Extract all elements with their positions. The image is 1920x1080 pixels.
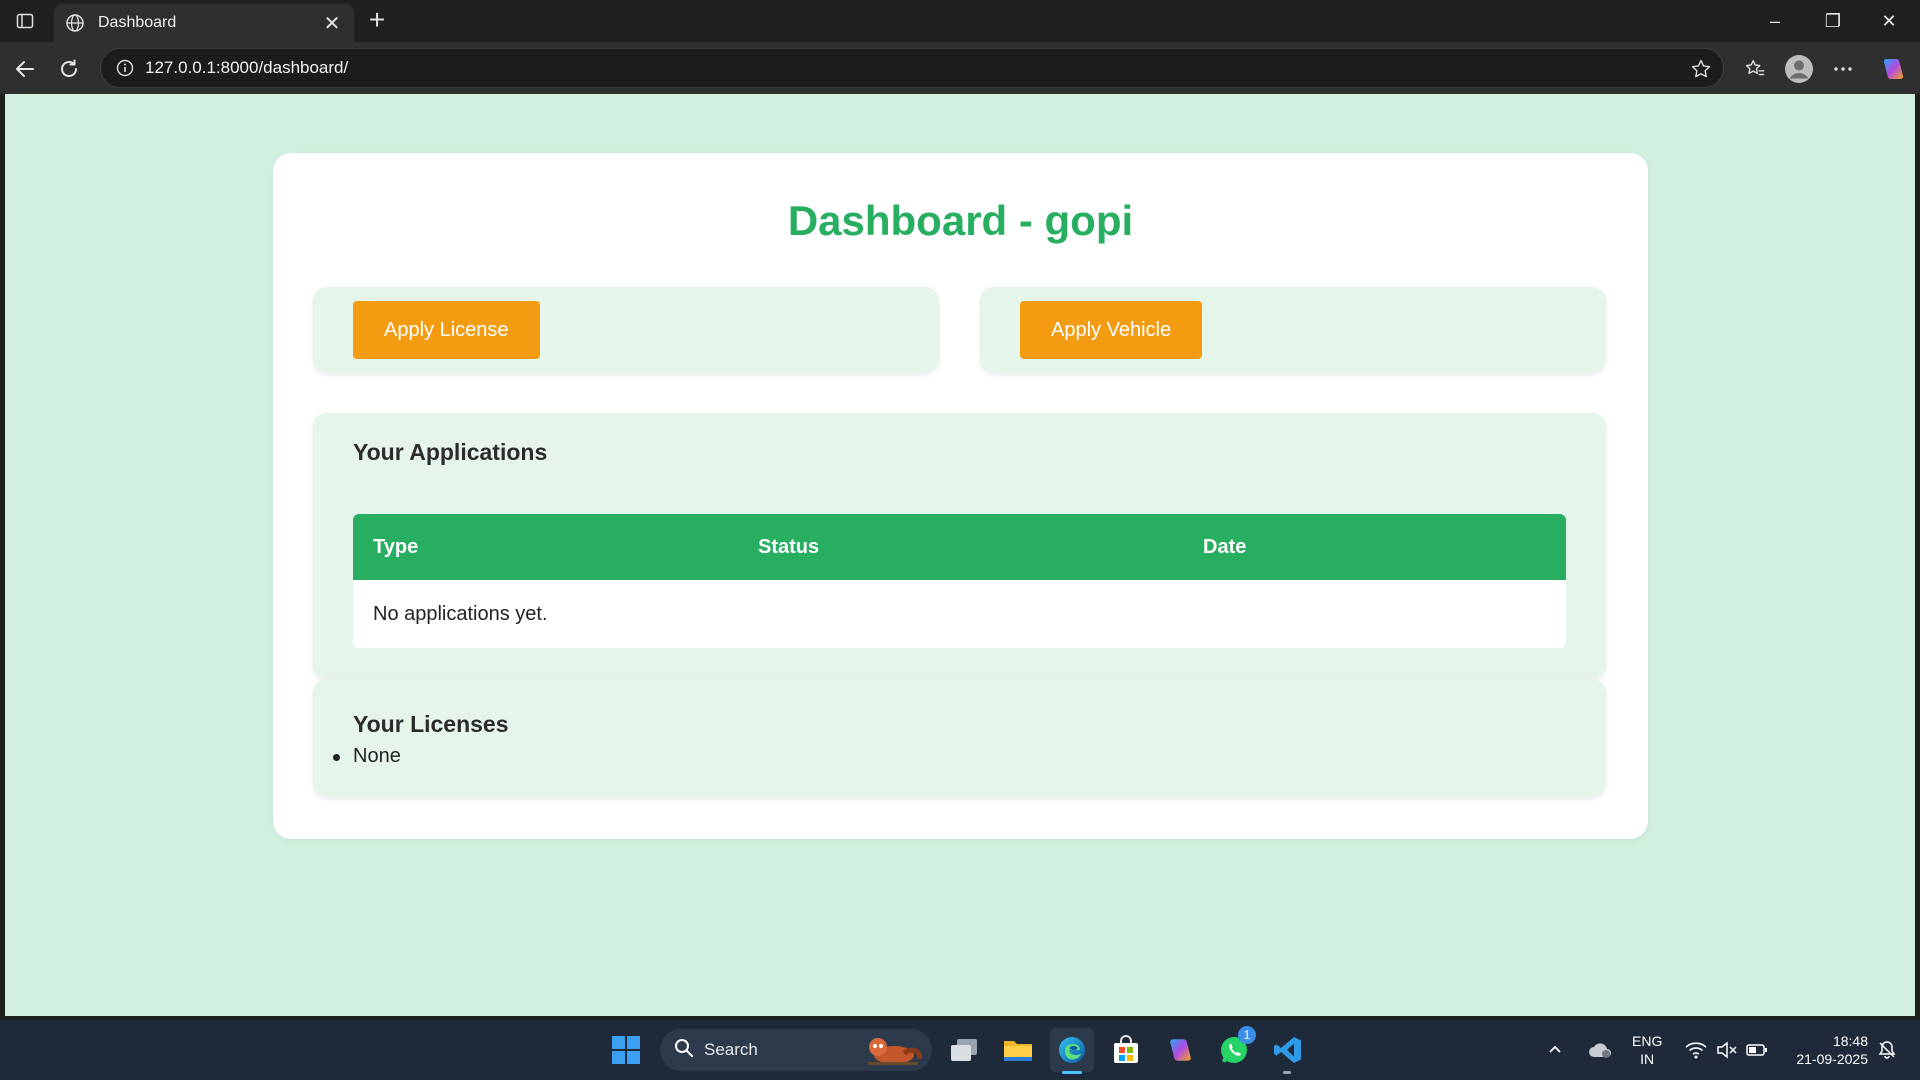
licenses-panel: Your Licenses None [313,679,1606,797]
notifications-bell-icon[interactable] [1872,1028,1902,1072]
reload-icon[interactable] [52,52,86,86]
page-viewport: Dashboard - gopi Apply License Apply Veh… [5,94,1915,1016]
apply-vehicle-panel: Apply Vehicle [980,287,1606,373]
search-label: Search [704,1040,758,1059]
windows-start-icon[interactable] [604,1028,648,1072]
applications-panel: Your Applications Type Status Date No ap… [313,413,1606,679]
system-clock[interactable]: 18:48 21-09-2025 [1780,1032,1868,1068]
restore-icon[interactable]: ❐ [1810,6,1856,36]
volume-muted-icon[interactable] [1712,1028,1742,1072]
file-explorer-icon[interactable] [996,1028,1040,1072]
edge-browser-icon[interactable] [1050,1028,1094,1074]
browser-tab-active[interactable]: Dashboard ✕ [54,4,354,42]
profile-avatar-icon[interactable] [1782,52,1816,86]
vscode-icon[interactable] [1266,1028,1310,1074]
taskbar-search-box[interactable]: Search [660,1029,932,1071]
url-text: 127.0.0.1:8000/dashboard/ [145,58,349,77]
favorite-star-icon[interactable] [1689,57,1713,81]
whatsapp-icon[interactable]: 1 [1212,1026,1256,1072]
running-app-indicator [1283,1071,1291,1074]
table-header-row: Type Status Date [353,514,1566,580]
applications-table: Type Status Date No applications yet. [353,514,1566,648]
windows-taskbar: Search 1 ENG IN 18:48 21-09-2025 [0,1020,1920,1080]
tab-close-icon[interactable]: ✕ [320,11,344,36]
more-options-icon[interactable] [1826,52,1860,86]
column-header-date: Date [1203,536,1247,558]
show-hidden-icons-chevron-icon[interactable] [1540,1028,1570,1072]
microsoft-store-icon[interactable] [1104,1028,1148,1072]
site-info-icon[interactable] [115,58,135,78]
back-icon[interactable] [8,52,42,86]
address-bar[interactable]: 127.0.0.1:8000/dashboard/ [100,48,1724,88]
empty-applications-message: No applications yet. [373,603,548,625]
active-app-indicator [1062,1071,1082,1074]
tab-actions-icon[interactable] [10,8,40,34]
apply-vehicle-button[interactable]: Apply Vehicle [1020,301,1203,359]
red-panda-search-highlight-icon [864,1033,923,1072]
onedrive-cloud-icon[interactable] [1580,1028,1620,1072]
region-code: IN [1640,1051,1655,1067]
list-item: None [353,745,401,767]
search-icon [674,1038,694,1063]
apply-license-panel: Apply License [313,287,939,373]
whatsapp-notification-badge: 1 [1238,1026,1256,1044]
column-header-status: Status [758,536,820,558]
dashboard-card: Dashboard - gopi Apply License Apply Veh… [273,153,1648,839]
page-title: Dashboard - gopi [787,197,1134,244]
favorites-icon[interactable] [1738,52,1772,86]
browser-tabbar: Dashboard ✕ + – ❐ ✕ [0,0,1920,42]
browser-toolbar: 127.0.0.1:8000/dashboard/ [0,42,1920,94]
close-window-icon[interactable]: ✕ [1866,6,1912,36]
licenses-list: None [333,745,401,768]
minimize-icon[interactable]: – [1752,6,1798,36]
language-code: ENG [1632,1033,1663,1049]
clock-date: 21-09-2025 [1796,1051,1868,1067]
task-view-icon[interactable] [942,1028,986,1072]
applications-heading: Your Applications [353,439,548,465]
copilot-app-icon[interactable] [1158,1028,1202,1072]
licenses-heading: Your Licenses [353,711,509,737]
wifi-icon[interactable] [1680,1028,1712,1072]
battery-icon[interactable] [1742,1028,1772,1072]
apply-license-button[interactable]: Apply License [353,301,540,359]
language-indicator[interactable]: ENG IN [1632,1032,1662,1068]
list-bullet [333,754,340,761]
globe-icon [64,12,86,34]
column-header-type: Type [373,536,419,558]
copilot-icon[interactable] [1876,52,1910,86]
table-row: No applications yet. [353,580,1566,648]
tab-title: Dashboard [98,14,177,31]
new-tab-icon[interactable]: + [362,6,392,36]
clock-time: 18:48 [1832,1033,1868,1049]
